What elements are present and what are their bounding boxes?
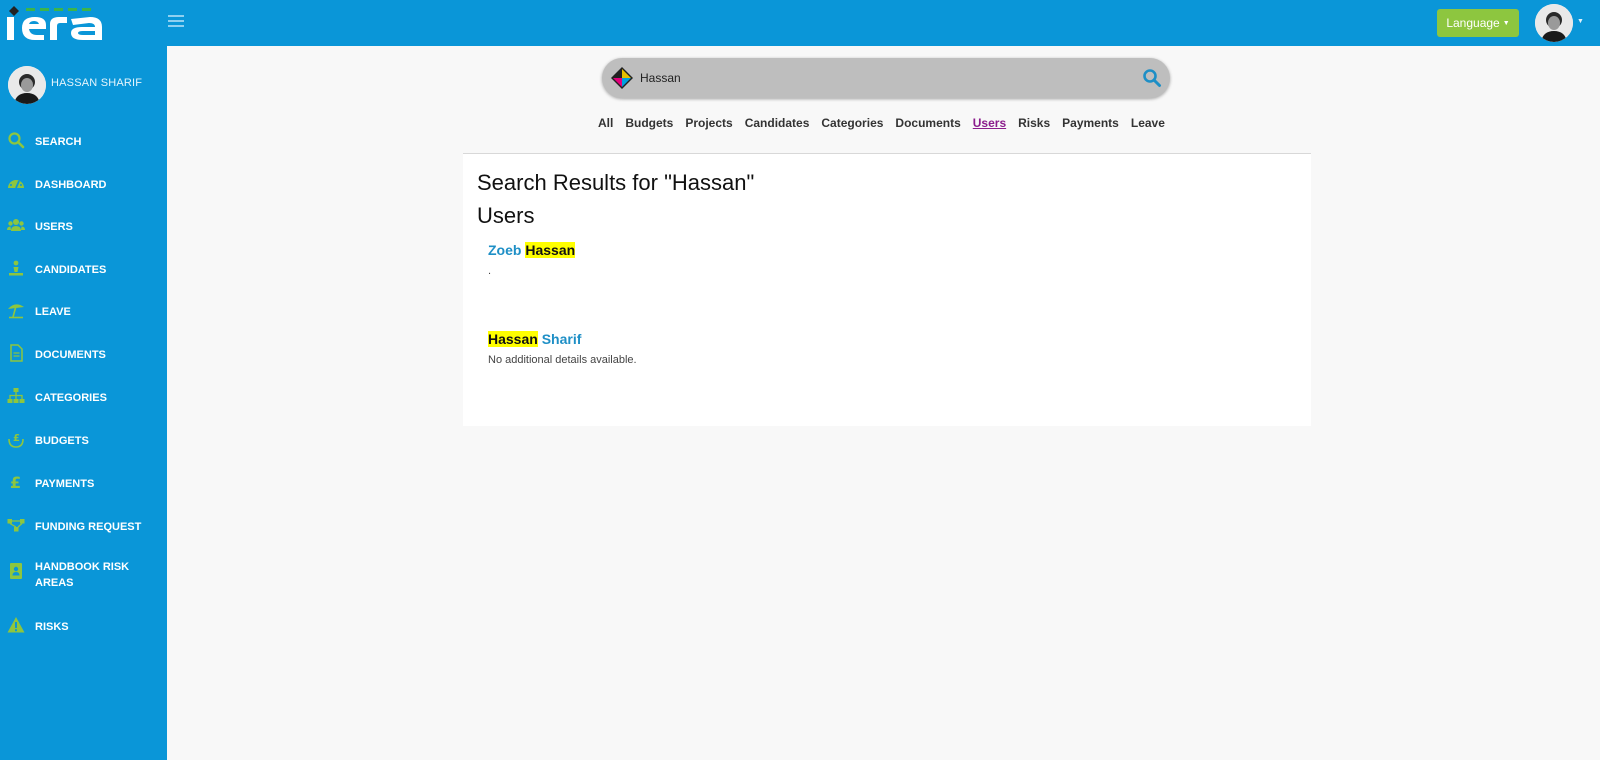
avatar[interactable] xyxy=(1535,4,1573,42)
sidebar-avatar xyxy=(8,66,46,104)
search-bar xyxy=(602,58,1170,98)
sidebar-item-label: LEAVE xyxy=(35,306,71,318)
sidebar-item-label: SEARCH xyxy=(35,136,82,148)
sidebar-item-users[interactable]: USERS xyxy=(0,210,167,240)
sidebar-item-search[interactable]: SEARCH xyxy=(0,125,167,155)
users-icon xyxy=(7,219,25,231)
filter-all[interactable]: All xyxy=(598,116,613,130)
filter-payments[interactable]: Payments xyxy=(1062,116,1119,130)
document-icon xyxy=(10,344,23,362)
sidebar-username: HASSAN SHARIF xyxy=(51,77,143,89)
iera-logo[interactable] xyxy=(4,2,108,44)
sidebar-item-documents[interactable]: DOCUMENTS xyxy=(0,338,167,368)
sidebar-item-label: HANDBOOK RISK AREAS xyxy=(35,561,130,589)
result-detail: No additional details available. xyxy=(488,354,637,366)
sidebar-item-label: BUDGETS xyxy=(35,435,89,447)
search-logo-icon xyxy=(611,67,633,89)
search-filter-tabs: All Budgets Projects Candidates Categories Do… xyxy=(598,114,1177,130)
budget-icon: £ xyxy=(8,433,24,448)
sitemap-icon xyxy=(7,388,25,403)
user-photo-icon xyxy=(8,66,46,104)
sidebar-user[interactable]: HASSAN SHARIF xyxy=(8,66,163,106)
pound-icon: £ xyxy=(10,473,21,491)
svg-text:£: £ xyxy=(10,473,21,491)
results-section-heading: Users xyxy=(477,203,535,228)
result-name-highlight: Hassan xyxy=(488,331,538,347)
search-icon xyxy=(8,132,25,149)
results-title: Search Results for "Hassan" xyxy=(477,170,755,195)
search-icon[interactable] xyxy=(1142,68,1162,88)
sidebar-item-label: USERS xyxy=(35,221,73,233)
result-name-second: Sharif xyxy=(541,331,582,347)
filter-documents[interactable]: Documents xyxy=(895,116,960,130)
sidebar-item-label: DOCUMENTS xyxy=(35,349,106,361)
filter-leave[interactable]: Leave xyxy=(1131,116,1165,130)
result-name-highlight: Hassan xyxy=(525,242,576,258)
result-link[interactable]: Zoeb Hassan xyxy=(488,242,576,258)
sidebar-item-funding-request[interactable]: FUNDING REQUEST xyxy=(0,510,167,540)
filter-candidates[interactable]: Candidates xyxy=(745,116,810,130)
filter-budgets[interactable]: Budgets xyxy=(625,116,673,130)
svg-text:£: £ xyxy=(13,433,20,444)
results-panel: Search Results for "Hassan" Users Zoeb H… xyxy=(463,153,1311,426)
dashboard-icon xyxy=(8,180,24,189)
sidebar-item-label: PAYMENTS xyxy=(35,478,95,490)
sidebar-item-handbook-risk-areas[interactable]: HANDBOOK RISK AREAS xyxy=(0,552,167,592)
beach-umbrella-icon xyxy=(8,304,24,319)
sidebar-item-budgets[interactable]: £ BUDGETS xyxy=(0,424,167,454)
sidebar-item-label: FUNDING REQUEST xyxy=(35,521,142,533)
sidebar-item-categories[interactable]: CATEGORIES xyxy=(0,381,167,411)
result-name-first: Zoeb xyxy=(488,242,522,258)
language-label: Language xyxy=(1446,16,1500,30)
result-item: Zoeb Hassan . xyxy=(488,242,576,277)
filter-users[interactable]: Users xyxy=(973,116,1006,130)
search-input[interactable] xyxy=(640,58,1120,98)
sidebar-item-label: DASHBOARD xyxy=(35,179,107,191)
menu-toggle-icon[interactable] xyxy=(168,15,184,29)
sidebar-item-label: RISKS xyxy=(35,621,69,633)
handbook-icon xyxy=(10,563,22,579)
user-photo-icon xyxy=(1535,4,1573,42)
sidebar-item-candidates[interactable]: CANDIDATES xyxy=(0,253,167,283)
top-bar: Language ▼ ▼ xyxy=(0,0,1600,46)
sidebar-item-risks[interactable]: RISKS xyxy=(0,610,167,640)
result-detail: . xyxy=(488,265,492,277)
filter-risks[interactable]: Risks xyxy=(1018,116,1050,130)
language-button[interactable]: Language ▼ xyxy=(1437,9,1519,37)
sidebar-item-dashboard[interactable]: DASHBOARD xyxy=(0,168,167,198)
result-item: Hassan Sharif No additional details avai… xyxy=(488,331,637,366)
sidebar-item-label: CANDIDATES xyxy=(35,264,107,276)
filter-projects[interactable]: Projects xyxy=(685,116,732,130)
result-link[interactable]: Hassan Sharif xyxy=(488,331,637,347)
filter-categories[interactable]: Categories xyxy=(821,116,883,130)
sidebar-item-label: CATEGORIES xyxy=(35,392,107,404)
candidates-icon xyxy=(9,260,23,276)
sidebar-item-leave[interactable]: LEAVE xyxy=(0,295,167,325)
flow-icon xyxy=(7,519,25,532)
sidebar: HASSAN SHARIF SEARCH DASHBOARD USERS CAN… xyxy=(0,46,167,760)
sidebar-item-payments[interactable]: £ PAYMENTS xyxy=(0,467,167,497)
warning-icon xyxy=(7,617,25,633)
caret-down-icon: ▼ xyxy=(1502,20,1510,27)
avatar-caret-icon[interactable]: ▼ xyxy=(1577,18,1584,25)
